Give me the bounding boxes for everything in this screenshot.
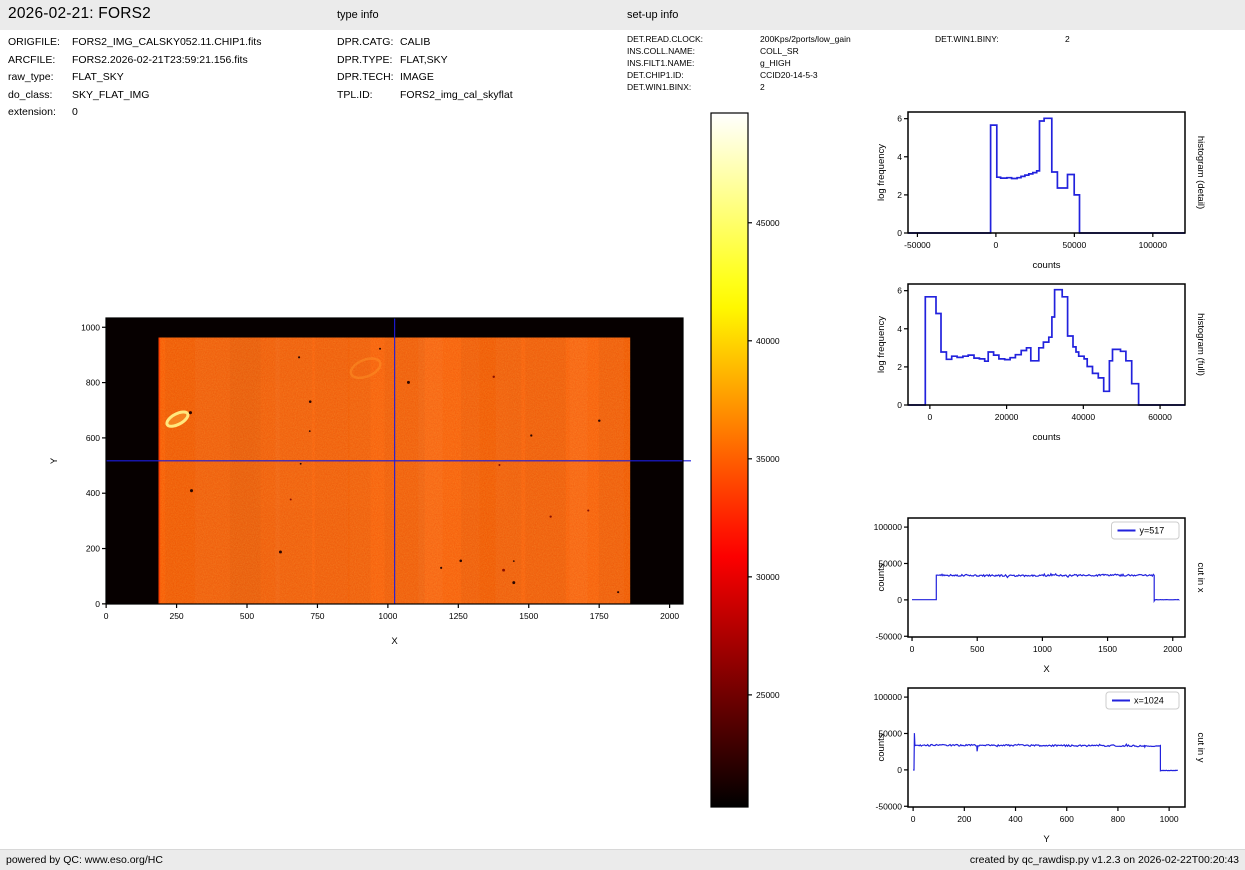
cut_y-x-tick-label: 400 [1008,814,1022,824]
main-image-plot: 0 250 500 750 1000 1250 1500 1750 2000 0 200 400 600… [49,317,691,647]
hist_full-x-tick-label: 60000 [1148,412,1172,422]
hist_full-plot: 0 20000 40000 60000 0 2 4 6 counts log frequency h… [876,283,1206,443]
cut_y-right-label: cut in y [1195,732,1206,762]
cut_y-legend: x=1024 [1105,691,1180,710]
cut_y-x-tick-label: 0 [911,814,916,824]
cut_x-x-tick-label: 500 [970,644,984,654]
cut_y-x-tick-label: 600 [1060,814,1074,824]
hist_detail-plot: -50000 0 50000 1000000246countslog frequenc… [876,111,1206,271]
main_image-y-axis-label: Y [49,457,60,464]
hist_detail-y-tick-label: 6 [897,114,902,124]
main_image-x-tick-label: 1250 [449,611,468,621]
cut_y-y-axis-label: counts [876,733,887,761]
cut_x-x-tick-label: 2000 [1163,644,1182,654]
hist_full-x-tick-label: 20000 [995,412,1019,422]
cut_y-x-tick-label: 1000 [1160,814,1179,824]
cut_x-x-tick-label: 0 [910,644,915,654]
hist_detail-right-label: histogram (detail) [1195,136,1206,209]
colorbar-tick-label: 40000 [756,336,780,346]
main_image-x-tick-label: 1500 [519,611,538,621]
main_image-x-tick-label: 0 [104,611,109,621]
hist_detail-axes-frame [907,111,1186,234]
cut_x-y-tick-label: -50000 [876,631,903,641]
cut_x-x-axis-label: X [1043,664,1050,675]
hist_detail-x-tick-label: 0 [994,240,999,250]
cut_y-plot: 0 200 400 600 800 1000-50000050000100000Ycoun… [874,687,1206,845]
hist_full-y-tick-label: 6 [897,286,902,296]
colorbar-gradient [711,113,748,807]
cut_x-right-label: cut in x [1195,562,1206,592]
main_image-x-tick-label: 250 [169,611,183,621]
hist_detail-y-tick-label: 2 [897,190,902,200]
hist_detail-x-tick-label: 100000 [1139,240,1168,250]
main_image-y-tick-label: 200 [86,544,100,554]
main_image-y-tick-label: 0 [95,599,100,609]
colorbar-tick-label: 45000 [756,218,780,228]
hist_detail-x-tick-label: -50000 [904,240,931,250]
main_image-x-tick-label: 500 [240,611,254,621]
charts-canvas: 0 250 500 750 1000 1250 1500 1750 20000200400600… [49,111,1206,845]
cut_y-x-tick-label: 200 [957,814,971,824]
colorbar-tick-label: 25000 [756,690,780,700]
hist_full-x-axis-label: counts [1033,432,1061,443]
hist_full-right-label: histogram (full) [1195,313,1206,376]
colorbar-tick-label: 35000 [756,454,780,464]
cut_y-y-tick-label: -50000 [876,801,903,811]
flat-field-texture [158,337,631,604]
cut_x-y-tick-label: 0 [897,595,902,605]
hist_full-x-tick-label: 40000 [1072,412,1096,422]
footer-left-text: powered by QC: www.eso.org/HC [6,854,163,866]
hist_full-y-tick-label: 0 [897,400,902,410]
hist_full-x-tick-label: 0 [928,412,933,422]
cut_x-y-axis-label: counts [876,563,887,591]
hist_full-axes-frame [907,283,1186,406]
main_image-x-tick-label: 2000 [660,611,679,621]
main_image-x-tick-label: 1000 [378,611,397,621]
cut_y-legend-label: x=1024 [1134,696,1164,706]
cut_y-x-tick-label: 800 [1111,814,1125,824]
hist_detail-y-axis-label: log frequency [876,144,887,201]
hist_detail-x-tick-label: 50000 [1063,240,1087,250]
footer-bar: powered by QC: www.eso.org/HC created by… [0,849,1245,870]
cut_y-y-tick-label: 0 [897,765,902,775]
colorbar: 25000 30000 35000 40000 45000 [710,112,780,808]
main_image-y-tick-label: 1000 [81,322,100,332]
colorbar-tick-label: 30000 [756,572,780,582]
cut_x-plot: 0 500 1000 1500 2000-50000050000100000Xcount… [874,517,1206,675]
cut_y-y-tick-label: 100000 [874,692,903,702]
footer-right-text: created by qc_rawdisp.py v1.2.3 on 2026-… [969,854,1239,866]
hist_detail-x-axis-label: counts [1033,260,1061,271]
main_image-y-tick-label: 800 [86,378,100,388]
hist_detail-y-tick-label: 0 [897,228,902,238]
hist_full-y-tick-label: 2 [897,362,902,372]
hist_detail-y-tick-label: 4 [897,152,902,162]
cut_x-legend: y=517 [1111,521,1180,540]
main_image-y-tick-label: 600 [86,433,100,443]
hist_full-y-tick-label: 4 [897,324,902,334]
hist_full-y-axis-label: log frequency [876,316,887,373]
cut_x-y-tick-label: 100000 [874,522,903,532]
main_image-x-axis-label: X [391,636,398,647]
main_image-x-tick-label: 750 [310,611,324,621]
cut_x-legend-label: y=517 [1140,526,1165,536]
main_image-y-tick-label: 400 [86,488,100,498]
main_image-x-tick-label: 1750 [590,611,609,621]
cut_y-x-axis-label: Y [1043,834,1050,845]
cut_x-x-tick-label: 1500 [1098,644,1117,654]
cut_x-x-tick-label: 1000 [1033,644,1052,654]
